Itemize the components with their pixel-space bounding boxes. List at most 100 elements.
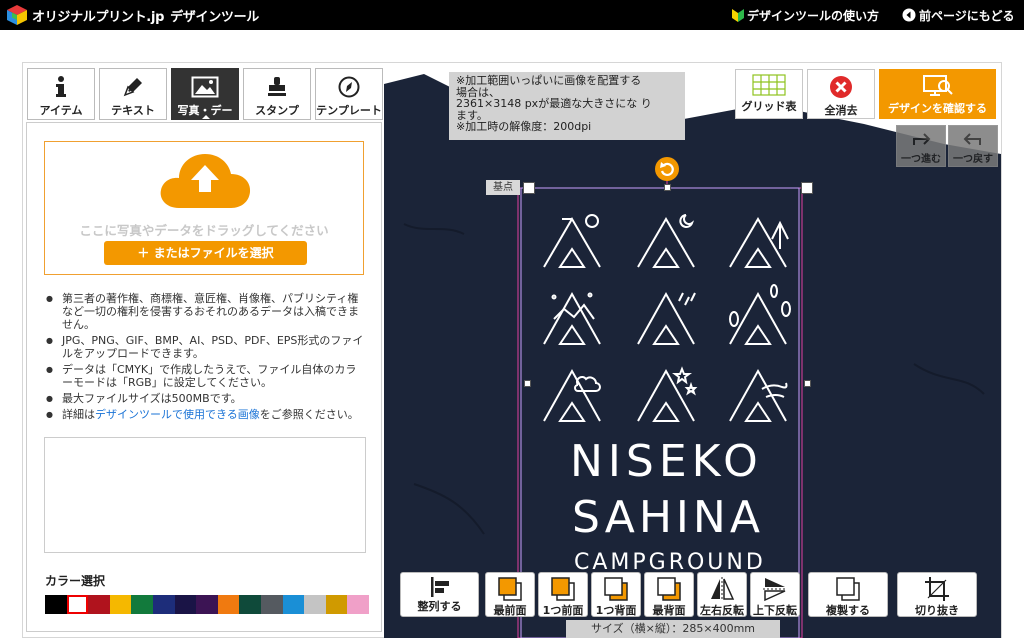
notice-line: ※加工時の解像度：200dpi [456, 120, 592, 133]
template-icon [338, 76, 360, 98]
color-swatch[interactable] [282, 595, 305, 614]
top-bar: オリジナルプリント.jp デザインツール デザインツールの使い方 前ページにもどる [0, 0, 1024, 30]
resize-handle[interactable] [664, 184, 671, 191]
tent-mountain-icon [543, 291, 601, 345]
color-swatch[interactable] [131, 595, 153, 614]
brand-title[interactable]: オリジナルプリント.jp デザインツール [32, 6, 259, 25]
tent-trees-icon [729, 217, 789, 268]
color-swatches [45, 595, 369, 614]
list-item: データは「CMYK」で作成したうえで、ファイル自体のカラーモードは「RGB」に設… [46, 363, 366, 389]
grid-toggle-button[interactable]: グリッド表 [735, 69, 803, 119]
tent-leaves-icon [729, 284, 791, 345]
align-icon [430, 577, 449, 597]
resize-handle[interactable] [523, 182, 535, 194]
tab-photo-data[interactable]: 写真・デー [171, 68, 239, 120]
color-swatch[interactable] [347, 595, 369, 614]
upload-notes: 第三者の著作権、商標権、意匠権、肖像権、パブリシティ権など一切の権利を侵害するお… [46, 292, 366, 424]
tab-photo-label: 写真・デー [177, 104, 233, 117]
close-circle-icon [830, 76, 852, 98]
color-swatch[interactable] [109, 595, 132, 614]
clear-all-button[interactable]: 全消去 [807, 69, 875, 119]
crop-label: 切り抜き [915, 604, 959, 617]
color-swatch[interactable] [325, 595, 348, 614]
flip-vertical-button[interactable]: 上下反転 [750, 572, 800, 617]
redo-label: 一つ進む [901, 154, 941, 165]
tent-rain-icon [637, 291, 696, 345]
back-circle-icon [902, 8, 916, 22]
tab-text[interactable]: テキスト [99, 68, 167, 120]
align-button[interactable]: 整列する [400, 572, 479, 617]
tab-template[interactable]: テンプレート [315, 68, 383, 120]
crop-button[interactable]: 切り抜き [897, 572, 977, 617]
color-swatch[interactable] [45, 595, 67, 614]
image-list-area[interactable] [44, 437, 366, 553]
back-link-label: 前ページにもどる [919, 9, 1015, 23]
color-swatch[interactable] [152, 595, 175, 614]
bring-forward-icon [551, 577, 575, 601]
undo-button[interactable]: 一つ戻す [948, 125, 998, 167]
stamp-icon [268, 77, 286, 96]
color-swatch[interactable] [88, 595, 110, 614]
bring-to-front-icon [498, 577, 522, 601]
resize-handle[interactable] [524, 380, 531, 387]
tab-item-label: アイテム [39, 104, 83, 117]
monitor-search-icon [922, 75, 953, 96]
color-swatch[interactable] [174, 595, 197, 614]
bring-forward-button[interactable]: 1つ前面 [538, 572, 588, 617]
cloud-upload-icon [160, 154, 251, 208]
undo-label: 一つ戻す [953, 154, 993, 165]
confirm-design-label: デザインを確認する [888, 102, 987, 115]
color-swatch[interactable] [304, 595, 326, 614]
back-link[interactable]: 前ページにもどる [902, 7, 1015, 24]
tool-name: デザインツール [170, 10, 260, 25]
flip-horizontal-icon [711, 577, 735, 601]
notice-line: 2361×3148 pxが最適な大きさにな り [456, 97, 652, 110]
cube-logo-icon [7, 5, 27, 25]
howto-link[interactable]: デザインツールの使い方 [732, 7, 879, 24]
tab-text-label: テキスト [111, 104, 155, 117]
notice-line: ※加工範囲いっぱいに画像を配置する [456, 74, 642, 87]
anchor-point-label: 基点 [486, 180, 520, 195]
resize-handle[interactable] [801, 182, 813, 194]
grid-icon [752, 74, 786, 96]
upload-dropzone[interactable]: ここに写真やデータをドラッグしてください ＋ またはファイルを選択 [44, 141, 364, 275]
list-item: JPG、PNG、GIF、BMP、AI、PSD、PDF、EPS形式のファイルをアッ… [46, 334, 366, 360]
send-backward-icon [604, 577, 628, 601]
list-item: 最大ファイルサイズは500MBです。 [46, 392, 366, 405]
tab-stamp-label: スタンプ [255, 104, 299, 117]
confirm-design-button[interactable]: デザインを確認する [879, 69, 996, 119]
color-swatch[interactable] [66, 595, 89, 614]
align-label: 整列する [417, 600, 462, 613]
tab-item[interactable]: アイテム [27, 68, 95, 120]
color-swatch[interactable] [217, 595, 240, 614]
grid-toggle-label: グリッド表 [741, 100, 797, 113]
list-item: 詳細はデザインツールで使用できる画像をご参照ください。 [46, 408, 366, 421]
bring-to-front-label: 最前面 [493, 604, 527, 617]
tab-stamp[interactable]: スタンプ [243, 68, 311, 120]
resize-handle[interactable] [804, 380, 811, 387]
usable-images-link[interactable]: デザインツールで使用できる画像 [95, 408, 260, 421]
redo-button[interactable]: 一つ進む [896, 125, 946, 167]
color-swatch[interactable] [196, 595, 218, 614]
note-prefix: 詳細は [62, 408, 95, 421]
duplicate-button[interactable]: 複製する [808, 572, 888, 617]
rotate-handle[interactable] [655, 157, 679, 181]
bring-to-front-button[interactable]: 最前面 [485, 572, 535, 617]
color-select-title: カラー選択 [45, 574, 106, 588]
redo-arrow-icon [913, 133, 931, 145]
print-area-notice: ※加工範囲いっぱいに画像を配置する 場合は、 2361×3148 pxが最適な大… [449, 72, 685, 140]
size-readout: サイズ（横×縦）：285×400mm [566, 620, 780, 638]
pen-icon [123, 78, 142, 97]
tent-sun-icon [543, 214, 601, 268]
crop-icon [925, 577, 949, 601]
select-file-button[interactable]: ＋ またはファイルを選択 [104, 241, 307, 265]
color-swatch[interactable] [239, 595, 261, 614]
drop-instruction: ここに写真やデータをドラッグしてください [79, 223, 329, 238]
color-swatch[interactable] [260, 595, 283, 614]
duplicate-label: 複製する [826, 604, 870, 617]
send-to-back-button[interactable]: 最背面 [644, 572, 694, 617]
flip-horizontal-button[interactable]: 左右反転 [697, 572, 747, 617]
undo-arrow-icon [963, 133, 981, 145]
send-backward-button[interactable]: 1つ背面 [591, 572, 641, 617]
list-item: 第三者の著作権、商標権、意匠権、肖像権、パブリシティ権など一切の権利を侵害するお… [46, 292, 366, 331]
